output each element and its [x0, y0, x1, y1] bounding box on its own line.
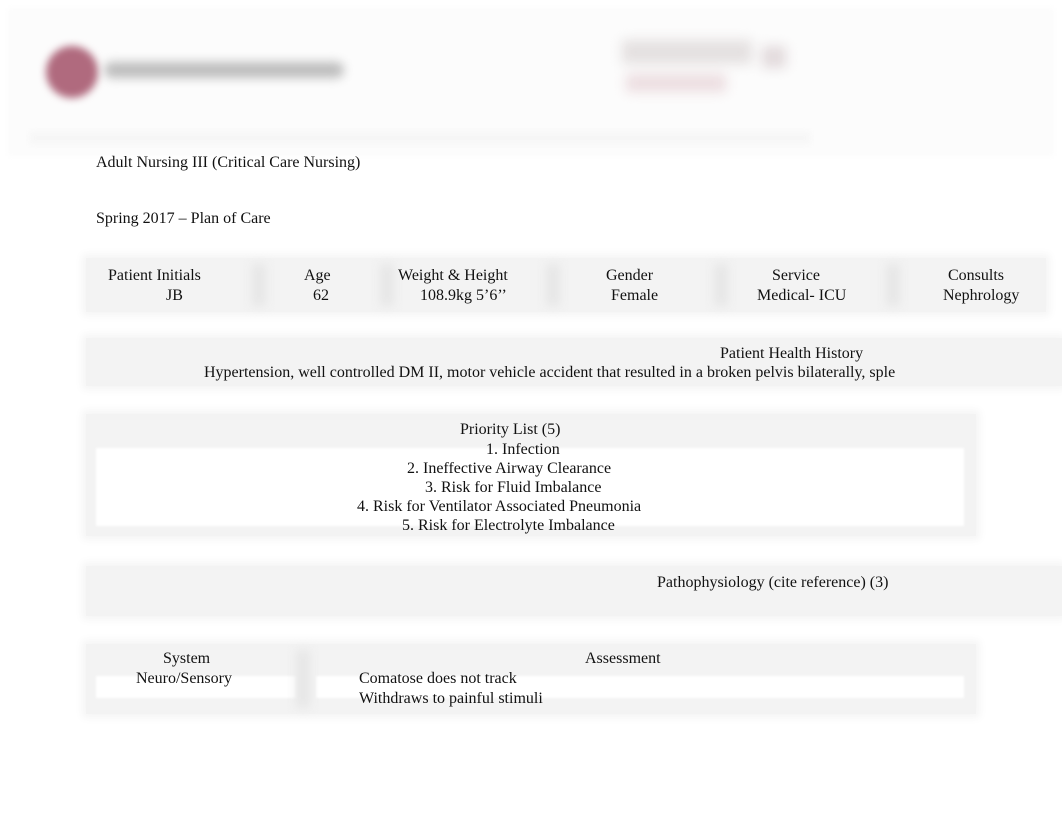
weight-height-value: 108.9kg 5’6’’ — [420, 287, 507, 304]
assessment-finding: Comatose does not track — [359, 670, 517, 687]
age-label: Age — [304, 267, 331, 284]
health-history-table: Patient Health History Hypertension, wel… — [86, 338, 1062, 386]
column-divider — [886, 264, 900, 306]
health-history-text: Hypertension, well controlled DM II, mot… — [204, 364, 896, 381]
health-history-title: Patient Health History — [720, 345, 864, 362]
weight-height-label: Weight & Height — [398, 267, 508, 284]
priority-item: 1. Infection — [486, 441, 560, 458]
priority-list-title: Priority List (5) — [460, 421, 561, 438]
course-title: Adult Nursing III (Critical Care Nursing… — [96, 154, 361, 171]
system-cell: Neuro/Sensory — [136, 670, 232, 687]
patient-initials-label: Patient Initials — [108, 267, 201, 284]
priority-item: 3. Risk for Fluid Imbalance — [425, 479, 602, 496]
priority-item: 5. Risk for Electrolyte Imbalance — [402, 517, 615, 534]
age-value: 62 — [313, 287, 329, 304]
institution-logo-icon — [46, 46, 98, 98]
pathophysiology-table: Pathophysiology (cite reference) (3) — [86, 566, 1062, 616]
column-divider — [546, 264, 560, 306]
priority-list-table: Priority List (5) 1. Infection 2. Ineffe… — [86, 414, 976, 536]
term-title: Spring 2017 – Plan of Care — [96, 210, 271, 227]
system-header: System — [163, 650, 211, 667]
priority-item: 4. Risk for Ventilator Associated Pneumo… — [357, 498, 642, 515]
column-divider — [252, 264, 266, 306]
service-label: Service — [772, 267, 820, 284]
assessment-header: Assessment — [585, 650, 661, 667]
consults-label: Consults — [948, 267, 1005, 284]
service-value: Medical- ICU — [757, 287, 847, 304]
institution-name-blurred — [104, 62, 344, 78]
column-divider — [380, 264, 394, 306]
header-nav-blurred — [30, 132, 810, 144]
priority-item: 2. Ineffective Airway Clearance — [407, 460, 612, 477]
patient-info-table: Patient Initials JB Age 62 Weight & Heig… — [86, 258, 1046, 312]
consults-value: Nephrology — [943, 287, 1020, 304]
assessment-finding: Withdraws to painful stimuli — [359, 690, 543, 707]
gender-label: Gender — [606, 267, 654, 284]
accreditation-badge-icon — [622, 40, 790, 102]
column-divider — [296, 650, 310, 708]
column-divider — [714, 264, 728, 306]
assessment-table: System Assessment Neuro/Sensory Comatose… — [86, 644, 976, 714]
patient-initials-value: JB — [166, 287, 183, 304]
pathophysiology-title: Pathophysiology (cite reference) (3) — [657, 574, 889, 591]
gender-value: Female — [611, 287, 659, 304]
